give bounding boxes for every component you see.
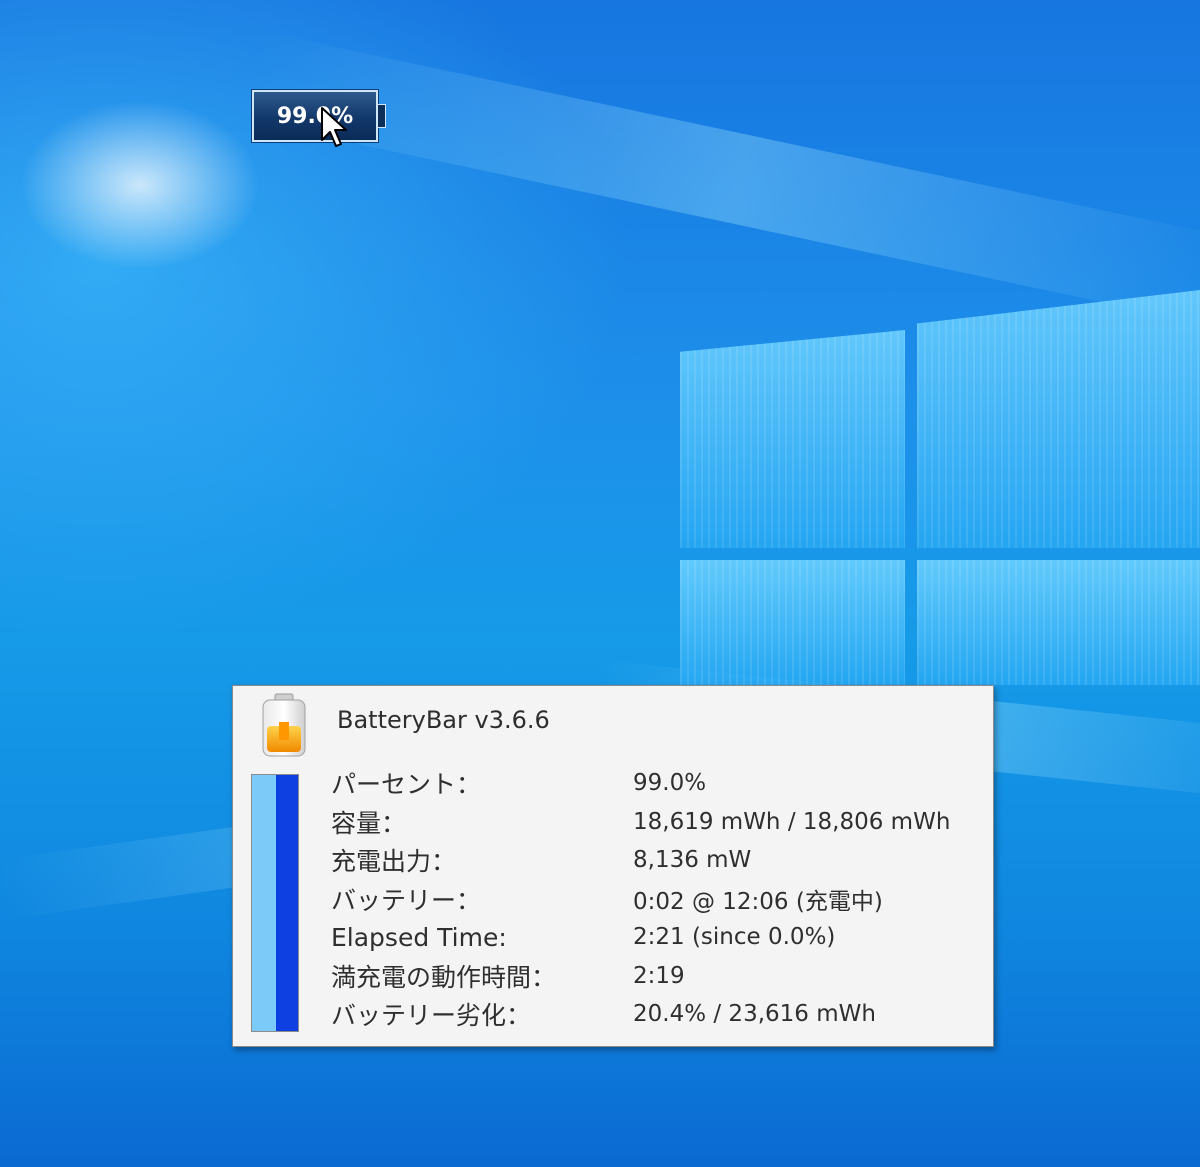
stat-value: 18,619 mWh / 18,806 mWh [633, 808, 951, 835]
battery-level-fill-light [252, 775, 276, 1031]
windows-logo-pane [680, 560, 905, 685]
stat-row-charge-power: 充電出力： 8,136 mW [331, 841, 981, 880]
battery-stats-list: パーセント： 99.0% 容量： 18,619 mWh / 18,806 mWh… [331, 764, 981, 1034]
mouse-pointer-icon [321, 107, 347, 147]
stat-row-battery-wear: バッテリー劣化： 20.4% / 23,616 mWh [331, 995, 981, 1034]
stat-value: 2:19 [633, 962, 685, 989]
stat-label: パーセント： [331, 770, 482, 800]
stat-row-percent: パーセント： 99.0% [331, 764, 981, 803]
battery-level-bar [251, 774, 299, 1032]
battery-info-popup: BatteryBar v3.6.6 パーセント： 99.0% 容量： 18,61… [232, 685, 994, 1047]
stat-value: 8,136 mW [633, 847, 752, 874]
stat-value: 0:02 @ 12:06 (充電中) [633, 888, 883, 915]
stat-row-capacity: 容量： 18,619 mWh / 18,806 mWh [331, 803, 981, 842]
windows-logo-pane [680, 330, 905, 548]
stat-label: Elapsed Time: [331, 922, 507, 952]
battery-terminal-cap [378, 104, 386, 128]
popup-title: BatteryBar v3.6.6 [337, 706, 550, 734]
stat-label: 満充電の動作時間： [331, 962, 557, 992]
stat-label: 充電出力： [331, 847, 457, 877]
stat-label: バッテリー劣化： [331, 1001, 532, 1031]
light-beam [240, 30, 1200, 327]
windows-logo-pane [917, 290, 1200, 548]
battery-level-fill-dark [276, 775, 298, 1031]
stat-row-full-charge-runtime: 満充電の動作時間： 2:19 [331, 957, 981, 996]
stat-value: 20.4% / 23,616 mWh [633, 1001, 876, 1028]
stat-label: 容量： [331, 808, 407, 838]
stat-value: 99.0% [633, 770, 707, 797]
stat-value: 2:21 (since 0.0%) [633, 924, 836, 951]
battery-bar-widget[interactable]: 99.0% [252, 90, 378, 142]
stat-label: バッテリー： [331, 885, 482, 915]
battery-charging-icon [262, 693, 306, 757]
stat-row-battery-time: バッテリー： 0:02 @ 12:06 (充電中) [331, 880, 981, 919]
stat-row-elapsed-time: Elapsed Time: 2:21 (since 0.0%) [331, 918, 981, 957]
windows-logo-pane [917, 560, 1200, 685]
